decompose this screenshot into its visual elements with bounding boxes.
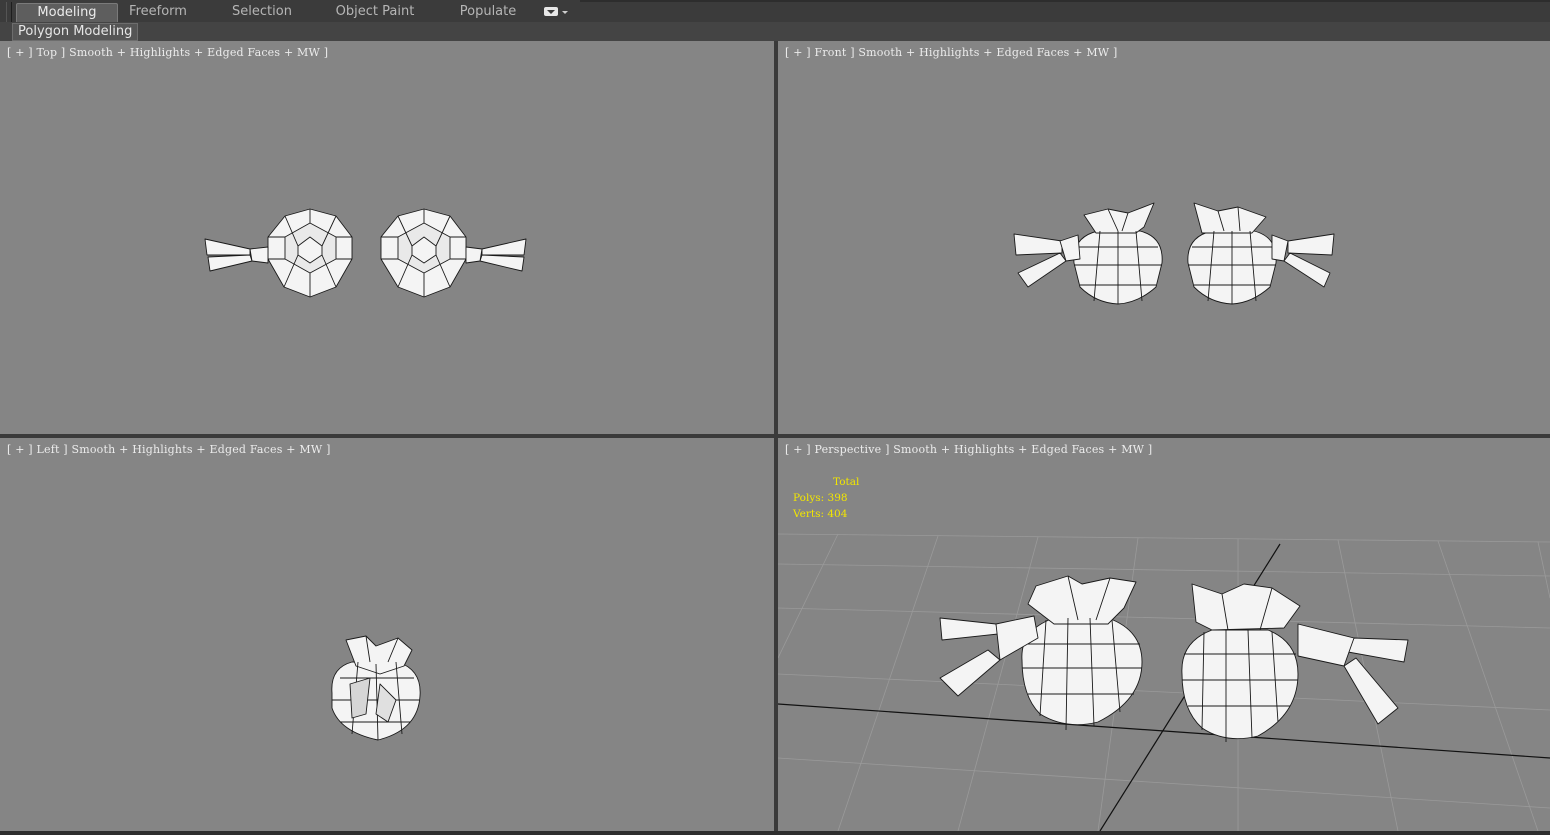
tab-populate[interactable]: Populate: [448, 3, 528, 21]
left-view-mesh: [331, 635, 421, 741]
front-view-mesh: [1013, 202, 1335, 305]
ribbon-panel-bar: Polygon Modeling: [0, 22, 1550, 42]
viewport-divider-vertical[interactable]: [774, 41, 778, 835]
grid: [778, 533, 1550, 831]
tab-freeform[interactable]: Freeform: [118, 3, 198, 21]
viewport-front[interactable]: [ + ] Front ] Smooth + Highlights + Edge…: [778, 41, 1550, 434]
ribbon-top-divider: [580, 0, 1550, 2]
viewport-divider-horizontal[interactable]: [0, 434, 1550, 438]
perspective-view-mesh: [778, 533, 1550, 831]
viewport-top[interactable]: [ + ] Top ] Smooth + Highlights + Edged …: [0, 41, 774, 434]
viewport-perspective[interactable]: [ + ] Perspective ] Smooth + Highlights …: [778, 438, 1550, 831]
bottom-edge: [0, 831, 1550, 835]
ribbon-tab-bar: Modeling Freeform Selection Object Paint…: [0, 0, 1550, 38]
dropdown-icon[interactable]: [543, 6, 571, 18]
top-view-mesh: [204, 208, 527, 298]
viewport-left[interactable]: [ + ] Left ] Smooth + Highlights + Edged…: [0, 438, 774, 831]
polygon-modeling-button[interactable]: Polygon Modeling: [12, 23, 139, 41]
tab-object-paint[interactable]: Object Paint: [330, 3, 420, 21]
tab-selection[interactable]: Selection: [222, 3, 302, 21]
tab-modeling[interactable]: Modeling: [16, 3, 118, 22]
